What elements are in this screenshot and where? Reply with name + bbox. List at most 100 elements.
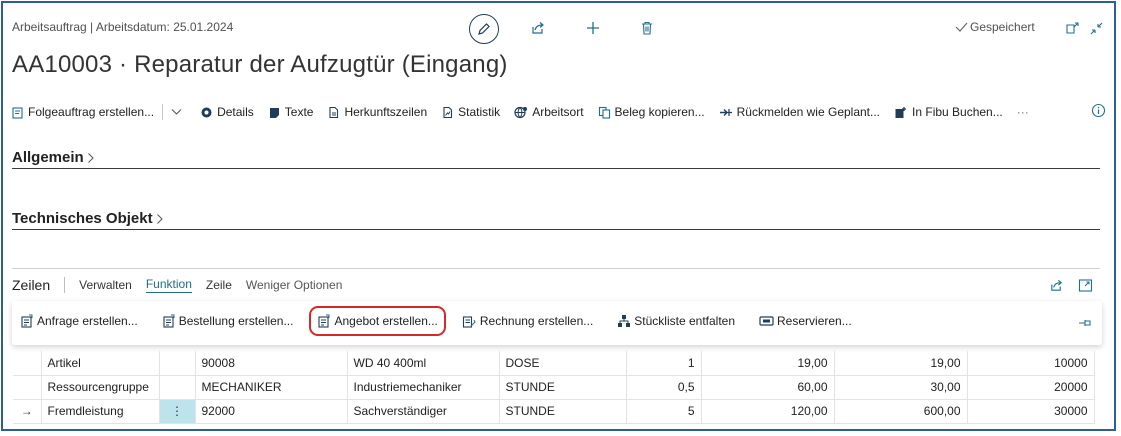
statistics-button[interactable]: Statistik	[441, 105, 500, 119]
chevron-right-icon	[87, 152, 94, 163]
collapse-icon	[1090, 22, 1102, 34]
cell-unit-price[interactable]: 60,00	[701, 375, 835, 400]
share-button[interactable]	[527, 17, 549, 39]
lines-header: Zeilen Verwalten Funktion Zeile Weniger …	[12, 277, 356, 293]
tab-line[interactable]: Zeile	[206, 278, 232, 292]
open-new-window-icon	[1065, 21, 1079, 34]
pencil-icon	[478, 23, 490, 35]
breadcrumb: Arbeitsauftrag | Arbeitsdatum: 25.01.202…	[12, 20, 234, 34]
section-divider	[12, 168, 1100, 169]
cell-amount[interactable]: 600,00	[834, 399, 968, 424]
open-new-window-button[interactable]	[1061, 17, 1083, 39]
saved-status-label: Gespeichert	[970, 20, 1035, 34]
cell-quantity[interactable]: 5	[626, 399, 702, 424]
create-quote-label: Angebot erstellen...	[334, 314, 438, 328]
texts-icon	[269, 107, 279, 118]
table-row[interactable]: → Fremdleistung ⋮ 92000 Sachverständiger…	[13, 399, 1095, 424]
details-label: Details	[217, 105, 254, 119]
chevron-right-icon	[156, 213, 163, 224]
work-location-button[interactable]: Arbeitsort	[514, 105, 584, 119]
reserve-label: Reservieren...	[777, 314, 852, 328]
cell-no[interactable]: 90008	[195, 351, 348, 376]
cell-type[interactable]: Fremdleistung	[41, 399, 160, 424]
section-divider	[12, 229, 1100, 230]
request-icon	[21, 314, 33, 328]
cell-line-no[interactable]: 30000	[967, 399, 1095, 424]
cell-no[interactable]: 92000	[195, 399, 348, 424]
cell-type[interactable]: Ressourcengruppe	[41, 375, 160, 400]
row-menu[interactable]	[159, 351, 196, 376]
cell-amount[interactable]: 19,00	[834, 351, 968, 376]
section-technical-object-label: Technisches Objekt	[12, 210, 153, 227]
info-icon	[1091, 103, 1106, 118]
statistics-icon	[443, 106, 453, 118]
create-order-button[interactable]: Bestellung erstellen...	[162, 314, 293, 328]
table-row[interactable]: Ressourcengruppe MECHANIKER Industriemec…	[13, 375, 1095, 400]
lines-expand-button[interactable]	[1078, 278, 1093, 298]
cell-description[interactable]: Sachverständiger	[347, 399, 500, 424]
tab-fewer-options[interactable]: Weniger Optionen	[246, 278, 343, 292]
post-to-finance-icon	[895, 106, 907, 118]
details-button[interactable]: Details	[200, 105, 254, 119]
copy-document-button[interactable]: Beleg kopieren...	[598, 105, 705, 119]
cell-quantity[interactable]: 1	[626, 351, 702, 376]
invoice-icon	[462, 316, 476, 328]
followup-order-button[interactable]: Folgeauftrag erstellen...	[11, 105, 154, 119]
cell-line-no[interactable]: 10000	[967, 351, 1095, 376]
source-lines-label: Herkunftszeilen	[344, 105, 428, 119]
delete-button[interactable]	[636, 17, 658, 39]
details-icon	[201, 107, 212, 117]
row-menu[interactable]	[159, 375, 196, 400]
section-general[interactable]: Allgemein	[12, 149, 95, 166]
row-menu-dots[interactable]: ⋮	[159, 399, 196, 424]
cell-type[interactable]: Artikel	[41, 351, 160, 376]
explode-bom-label: Stückliste entfalten	[634, 314, 736, 328]
cell-description[interactable]: Industriemechaniker	[347, 375, 500, 400]
more-options-button[interactable]: ···	[1017, 105, 1029, 119]
request-button[interactable]: Anfrage erstellen...	[20, 314, 138, 328]
create-invoice-button[interactable]: Rechnung erstellen...	[462, 314, 593, 328]
cell-unit-price[interactable]: 19,00	[701, 351, 835, 376]
reserve-icon	[759, 316, 774, 326]
lines-divider	[12, 268, 1100, 269]
action-toolbar: Folgeauftrag erstellen... Details Texte …	[11, 101, 1043, 123]
pin-button[interactable]	[1078, 316, 1092, 334]
cell-unit-price[interactable]: 120,00	[701, 399, 835, 424]
cell-amount[interactable]: 30,00	[834, 375, 968, 400]
post-to-finance-button[interactable]: In Fibu Buchen...	[894, 105, 1003, 119]
cell-unit[interactable]: STUNDE	[499, 399, 627, 424]
work-location-label: Arbeitsort	[532, 105, 584, 119]
post-to-finance-label: In Fibu Buchen...	[912, 105, 1003, 119]
collapse-button[interactable]	[1085, 17, 1107, 39]
cell-no[interactable]: MECHANIKER	[195, 375, 348, 400]
tab-manage[interactable]: Verwalten	[79, 278, 132, 292]
lines-share-button[interactable]	[1049, 278, 1064, 298]
quote-icon	[318, 314, 330, 328]
section-technical-object[interactable]: Technisches Objekt	[12, 210, 164, 227]
texts-button[interactable]: Texte	[268, 105, 313, 119]
toolbar-divider	[162, 104, 164, 120]
page-title: AA10003 · Reparatur der Aufzugtür (Einga…	[12, 51, 508, 78]
report-as-planned-icon	[719, 108, 732, 116]
row-marker-arrow: →	[13, 399, 42, 424]
expand-icon	[1078, 279, 1093, 292]
report-as-planned-button[interactable]: Rückmelden wie Geplant...	[719, 105, 880, 119]
followup-order-icon	[12, 106, 23, 119]
source-lines-button[interactable]: Herkunftszeilen	[327, 105, 427, 119]
share-icon	[532, 22, 544, 34]
followup-order-label: Folgeauftrag erstellen...	[28, 105, 155, 119]
tab-function[interactable]: Funktion	[145, 277, 192, 293]
explode-bom-button[interactable]: Stückliste entfalten	[617, 314, 735, 328]
info-button[interactable]	[1091, 103, 1106, 123]
new-button[interactable]	[582, 17, 604, 39]
toolbar-dropdown-button[interactable]	[171, 108, 186, 116]
cell-line-no[interactable]: 20000	[967, 375, 1095, 400]
cell-description[interactable]: WD 40 400ml	[347, 351, 500, 376]
create-quote-button[interactable]: Angebot erstellen...	[309, 306, 446, 336]
cell-quantity[interactable]: 0,5	[626, 375, 702, 400]
edit-button[interactable]	[469, 14, 499, 44]
cell-unit[interactable]: STUNDE	[499, 375, 627, 400]
cell-unit[interactable]: DOSE	[499, 351, 627, 376]
table-row[interactable]: Artikel 90008 WD 40 400ml DOSE 1 19,00 1…	[13, 351, 1095, 376]
reserve-button[interactable]: Reservieren...	[759, 314, 852, 328]
